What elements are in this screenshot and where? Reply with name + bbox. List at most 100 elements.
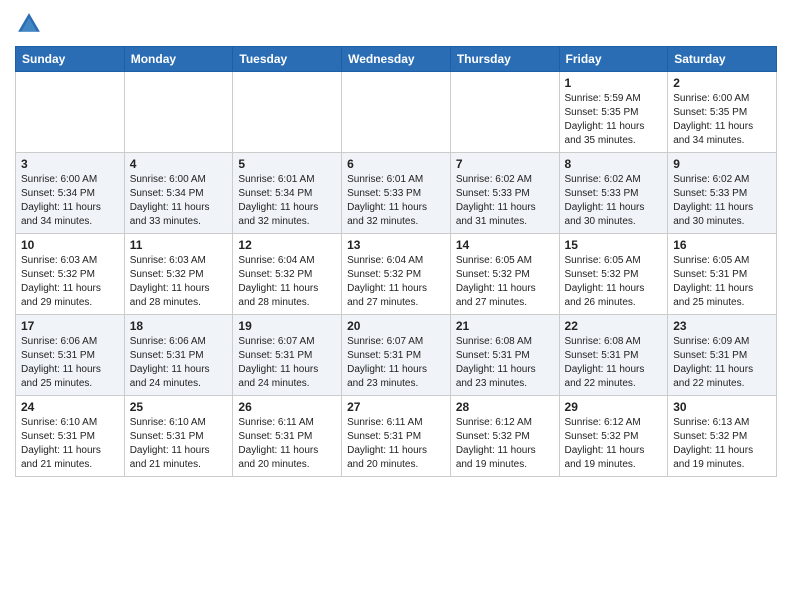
calendar-cell: 23 Sunrise: 6:09 AM Sunset: 5:31 PM Dayli… bbox=[668, 315, 777, 396]
day-info: Sunrise: 6:11 AM Sunset: 5:31 PM Dayligh… bbox=[238, 416, 336, 472]
day-number: 4 bbox=[130, 157, 228, 171]
day-info: Sunrise: 6:07 AM Sunset: 5:31 PM Dayligh… bbox=[347, 335, 445, 391]
calendar-cell: 26 Sunrise: 6:11 AM Sunset: 5:31 PM Dayli… bbox=[233, 396, 342, 477]
day-number: 29 bbox=[565, 400, 663, 414]
calendar-cell: 18Sunrise: 6:06 AM Sunset: 5:31 PM Dayli… bbox=[124, 315, 233, 396]
day-info: Sunrise: 6:00 AM Sunset: 5:35 PM Dayligh… bbox=[673, 92, 771, 148]
calendar-cell: 16 Sunrise: 6:05 AM Sunset: 5:31 PM Dayli… bbox=[668, 234, 777, 315]
calendar-week-row: 10Sunrise: 6:03 AM Sunset: 5:32 PM Dayli… bbox=[16, 234, 777, 315]
day-number: 20 bbox=[347, 319, 445, 333]
day-info: Sunrise: 6:06 AM Sunset: 5:31 PM Dayligh… bbox=[21, 335, 119, 391]
day-number: 13 bbox=[347, 238, 445, 252]
calendar-cell: 17 Sunrise: 6:06 AM Sunset: 5:31 PM Dayli… bbox=[16, 315, 125, 396]
calendar-cell: 22 Sunrise: 6:08 AM Sunset: 5:31 PM Dayli… bbox=[559, 315, 668, 396]
day-number: 15 bbox=[565, 238, 663, 252]
calendar-day-header: Monday bbox=[124, 47, 233, 72]
day-info: Sunrise: 6:08 AM Sunset: 5:31 PM Dayligh… bbox=[565, 335, 663, 391]
day-number: 22 bbox=[565, 319, 663, 333]
day-info: Sunrise: 6:10 AM Sunset: 5:31 PM Dayligh… bbox=[130, 416, 228, 472]
day-info: Sunrise: 6:04 AM Sunset: 5:32 PM Dayligh… bbox=[238, 254, 336, 310]
day-number: 12 bbox=[238, 238, 336, 252]
day-number: 17 bbox=[21, 319, 119, 333]
day-number: 9 bbox=[673, 157, 771, 171]
day-info: Sunrise: 6:13 AM Sunset: 5:32 PM Dayligh… bbox=[673, 416, 771, 472]
day-number: 23 bbox=[673, 319, 771, 333]
calendar-week-row: 24 Sunrise: 6:10 AM Sunset: 5:31 PM Dayli… bbox=[16, 396, 777, 477]
day-number: 14 bbox=[456, 238, 554, 252]
calendar-cell bbox=[124, 72, 233, 153]
day-info: Sunrise: 6:10 AM Sunset: 5:31 PM Dayligh… bbox=[21, 416, 119, 472]
calendar-header-row: SundayMondayTuesdayWednesdayThursdayFrid… bbox=[16, 47, 777, 72]
day-info: Sunrise: 6:08 AM Sunset: 5:31 PM Dayligh… bbox=[456, 335, 554, 391]
calendar-cell: 28 Sunrise: 6:12 AM Sunset: 5:32 PM Dayli… bbox=[450, 396, 559, 477]
day-number: 7 bbox=[456, 157, 554, 171]
calendar-day-header: Thursday bbox=[450, 47, 559, 72]
day-number: 8 bbox=[565, 157, 663, 171]
calendar-week-row: 3 Sunrise: 6:00 AM Sunset: 5:34 PM Daylig… bbox=[16, 153, 777, 234]
day-info: Sunrise: 6:12 AM Sunset: 5:32 PM Dayligh… bbox=[456, 416, 554, 472]
day-info: Sunrise: 6:11 AM Sunset: 5:31 PM Dayligh… bbox=[347, 416, 445, 472]
day-info: Sunrise: 6:01 AM Sunset: 5:33 PM Dayligh… bbox=[347, 173, 445, 229]
day-info: Sunrise: 6:02 AM Sunset: 5:33 PM Dayligh… bbox=[673, 173, 771, 229]
day-info: Sunrise: 6:05 AM Sunset: 5:32 PM Dayligh… bbox=[456, 254, 554, 310]
day-number: 18 bbox=[130, 319, 228, 333]
day-info: Sunrise: 6:03 AM Sunset: 5:32 PM Dayligh… bbox=[130, 254, 228, 310]
day-info: Sunrise: 6:00 AM Sunset: 5:34 PM Dayligh… bbox=[21, 173, 119, 229]
calendar-cell bbox=[16, 72, 125, 153]
day-info: Sunrise: 6:01 AM Sunset: 5:34 PM Dayligh… bbox=[238, 173, 336, 229]
calendar-cell: 5 Sunrise: 6:01 AM Sunset: 5:34 PM Daylig… bbox=[233, 153, 342, 234]
calendar-cell: 1 Sunrise: 5:59 AM Sunset: 5:35 PM Daylig… bbox=[559, 72, 668, 153]
day-info: Sunrise: 6:04 AM Sunset: 5:32 PM Dayligh… bbox=[347, 254, 445, 310]
logo bbox=[15, 10, 47, 38]
day-info: Sunrise: 6:02 AM Sunset: 5:33 PM Dayligh… bbox=[565, 173, 663, 229]
day-number: 6 bbox=[347, 157, 445, 171]
day-info: Sunrise: 6:05 AM Sunset: 5:32 PM Dayligh… bbox=[565, 254, 663, 310]
calendar-cell: 3 Sunrise: 6:00 AM Sunset: 5:34 PM Daylig… bbox=[16, 153, 125, 234]
day-info: Sunrise: 6:12 AM Sunset: 5:32 PM Dayligh… bbox=[565, 416, 663, 472]
day-info: Sunrise: 6:00 AM Sunset: 5:34 PM Dayligh… bbox=[130, 173, 228, 229]
calendar-cell: 6 Sunrise: 6:01 AM Sunset: 5:33 PM Daylig… bbox=[342, 153, 451, 234]
day-number: 21 bbox=[456, 319, 554, 333]
calendar-cell: 25Sunrise: 6:10 AM Sunset: 5:31 PM Dayli… bbox=[124, 396, 233, 477]
day-number: 26 bbox=[238, 400, 336, 414]
day-number: 11 bbox=[130, 238, 228, 252]
calendar-cell: 21 Sunrise: 6:08 AM Sunset: 5:31 PM Dayli… bbox=[450, 315, 559, 396]
day-info: Sunrise: 6:02 AM Sunset: 5:33 PM Dayligh… bbox=[456, 173, 554, 229]
calendar-cell: 13 Sunrise: 6:04 AM Sunset: 5:32 PM Dayli… bbox=[342, 234, 451, 315]
calendar-cell: 2 Sunrise: 6:00 AM Sunset: 5:35 PM Daylig… bbox=[668, 72, 777, 153]
calendar-cell: 14 Sunrise: 6:05 AM Sunset: 5:32 PM Dayli… bbox=[450, 234, 559, 315]
day-number: 2 bbox=[673, 76, 771, 90]
day-number: 1 bbox=[565, 76, 663, 90]
calendar-cell: 19Sunrise: 6:07 AM Sunset: 5:31 PM Dayli… bbox=[233, 315, 342, 396]
calendar-cell: 7 Sunrise: 6:02 AM Sunset: 5:33 PM Daylig… bbox=[450, 153, 559, 234]
calendar-cell bbox=[450, 72, 559, 153]
day-info: Sunrise: 6:03 AM Sunset: 5:32 PM Dayligh… bbox=[21, 254, 119, 310]
day-number: 3 bbox=[21, 157, 119, 171]
day-info: Sunrise: 6:09 AM Sunset: 5:31 PM Dayligh… bbox=[673, 335, 771, 391]
calendar-cell: 30 Sunrise: 6:13 AM Sunset: 5:32 PM Dayli… bbox=[668, 396, 777, 477]
calendar-cell bbox=[233, 72, 342, 153]
day-number: 30 bbox=[673, 400, 771, 414]
calendar-cell: 9 Sunrise: 6:02 AM Sunset: 5:33 PM Daylig… bbox=[668, 153, 777, 234]
day-number: 5 bbox=[238, 157, 336, 171]
calendar-cell: 24 Sunrise: 6:10 AM Sunset: 5:31 PM Dayli… bbox=[16, 396, 125, 477]
day-info: Sunrise: 6:05 AM Sunset: 5:31 PM Dayligh… bbox=[673, 254, 771, 310]
day-number: 16 bbox=[673, 238, 771, 252]
calendar-cell: 12 Sunrise: 6:04 AM Sunset: 5:32 PM Dayli… bbox=[233, 234, 342, 315]
day-number: 28 bbox=[456, 400, 554, 414]
logo-icon bbox=[15, 10, 43, 38]
calendar-cell: 4 Sunrise: 6:00 AM Sunset: 5:34 PM Daylig… bbox=[124, 153, 233, 234]
day-number: 27 bbox=[347, 400, 445, 414]
calendar-table: SundayMondayTuesdayWednesdayThursdayFrid… bbox=[15, 46, 777, 477]
day-info: Sunrise: 5:59 AM Sunset: 5:35 PM Dayligh… bbox=[565, 92, 663, 148]
calendar-cell: 10Sunrise: 6:03 AM Sunset: 5:32 PM Dayli… bbox=[16, 234, 125, 315]
header bbox=[15, 10, 777, 38]
calendar-cell: 8 Sunrise: 6:02 AM Sunset: 5:33 PM Daylig… bbox=[559, 153, 668, 234]
calendar-cell: 11 Sunrise: 6:03 AM Sunset: 5:32 PM Dayli… bbox=[124, 234, 233, 315]
calendar-cell: 15 Sunrise: 6:05 AM Sunset: 5:32 PM Dayli… bbox=[559, 234, 668, 315]
calendar-cell: 27 Sunrise: 6:11 AM Sunset: 5:31 PM Dayli… bbox=[342, 396, 451, 477]
day-number: 24 bbox=[21, 400, 119, 414]
calendar-day-header: Wednesday bbox=[342, 47, 451, 72]
calendar-week-row: 17 Sunrise: 6:06 AM Sunset: 5:31 PM Dayli… bbox=[16, 315, 777, 396]
calendar-day-header: Sunday bbox=[16, 47, 125, 72]
